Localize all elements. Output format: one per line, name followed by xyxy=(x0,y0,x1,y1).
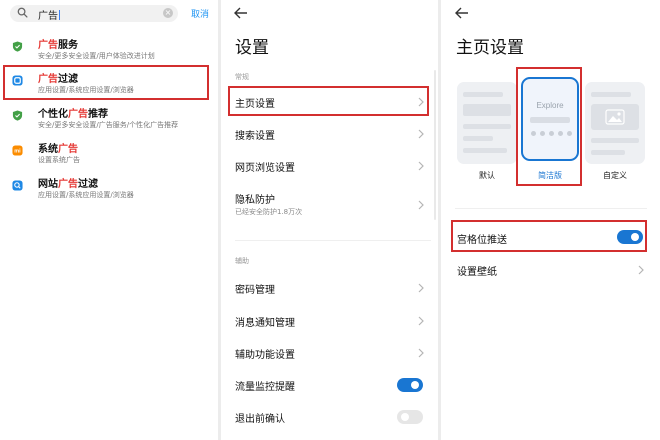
svg-text:mi: mi xyxy=(14,149,21,155)
result-title-suffix: 推荐 xyxy=(88,109,108,120)
settings-row-wallpaper[interactable]: 设置壁纸 xyxy=(441,256,660,284)
result-title-suffix: 服务 xyxy=(58,40,78,51)
search-result-item[interactable]: 个性化广告推荐 安全/更多安全设置/广告服务/个性化广告推荐 xyxy=(0,105,218,137)
row-label: 网页浏览设置 xyxy=(235,163,295,174)
chevron-right-icon xyxy=(418,348,424,358)
search-query-text: 广告 xyxy=(38,11,58,22)
section-header-assist: 辅助 xyxy=(235,257,249,265)
settings-row-privacy[interactable]: 隐私防护 已经安全防护1.8万次 xyxy=(221,186,438,222)
search-result-item[interactable]: 广告服务 安全/更多安全设置/用户体验改进计划 xyxy=(0,36,218,68)
preview-bar xyxy=(463,92,503,97)
chevron-right-icon xyxy=(418,129,424,139)
row-label: 密码管理 xyxy=(235,285,275,296)
chevron-right-icon xyxy=(418,200,424,210)
search-input[interactable]: 广告 × xyxy=(10,5,178,22)
chevron-right-icon xyxy=(638,265,644,275)
search-results-screen: 广告 × 取消 广告服务 安全/更多安全设置/用户体验改进计划 广告过滤 应用设… xyxy=(0,0,218,440)
clear-icon[interactable]: × xyxy=(163,8,173,18)
settings-row-search[interactable]: 搜索设置 xyxy=(221,120,438,148)
result-title-prefix: 个性化 xyxy=(38,109,68,120)
back-arrow-icon[interactable] xyxy=(234,7,248,19)
exit-confirm-toggle[interactable] xyxy=(397,410,423,424)
layout-option-custom[interactable] xyxy=(585,82,645,164)
preview-bar xyxy=(463,124,511,129)
row-label: 设置壁纸 xyxy=(457,267,497,278)
result-subtitle: 应用设置/系统应用设置/浏览器 xyxy=(38,191,134,199)
cancel-button[interactable]: 取消 xyxy=(191,7,209,20)
settings-screen: 设置 常规 主页设置 搜索设置 网页浏览设置 隐私防护 已经安全防护1.8万次 … xyxy=(221,0,438,440)
settings-row-accessibility[interactable]: 辅助功能设置 xyxy=(221,339,438,367)
search-result-item[interactable]: mi 系统广告 设置系统广告 xyxy=(0,140,218,172)
result-subtitle: 设置系统广告 xyxy=(38,156,80,164)
highlight-outline xyxy=(3,65,209,100)
traffic-alert-toggle[interactable] xyxy=(397,378,423,392)
row-label: 流量监控提醒 xyxy=(235,382,295,393)
settings-row-password[interactable]: 密码管理 xyxy=(221,274,438,302)
mi-icon: mi xyxy=(12,145,23,156)
preview-bar xyxy=(463,136,493,141)
back-arrow-icon[interactable] xyxy=(455,7,469,19)
highlight-outline xyxy=(451,220,647,252)
row-sublabel: 已经安全防护1.8万次 xyxy=(235,208,303,216)
settings-row-traffic-alert: 流量监控提醒 xyxy=(221,371,438,399)
page-title: 设置 xyxy=(235,38,269,58)
toggle-knob xyxy=(401,413,409,421)
result-title-highlight: 广告 xyxy=(58,179,78,190)
page-title: 主页设置 xyxy=(456,38,524,58)
highlight-outline xyxy=(228,86,429,116)
result-subtitle: 安全/更多安全设置/广告服务/个性化广告推荐 xyxy=(38,121,179,129)
row-label: 搜索设置 xyxy=(235,131,275,142)
layout-option-default[interactable] xyxy=(457,82,517,164)
homepage-settings-screen: 主页设置 默认 Explore 简洁版 自定义 宫格位推送 设置壁纸 xyxy=(441,0,660,440)
highlight-outline xyxy=(516,67,582,186)
result-title-highlight: 广告 xyxy=(58,144,78,155)
result-title-highlight: 广告 xyxy=(38,40,58,51)
shield-icon xyxy=(12,110,23,121)
chevron-right-icon xyxy=(418,283,424,293)
preview-bar xyxy=(591,150,625,155)
settings-row-notifications[interactable]: 消息通知管理 xyxy=(221,307,438,335)
settings-row-exit-confirm: 退出前确认 xyxy=(221,403,438,431)
layout-option-label: 自定义 xyxy=(603,171,627,180)
toggle-knob xyxy=(411,381,419,389)
row-label: 辅助功能设置 xyxy=(235,350,295,361)
layout-option-label: 默认 xyxy=(479,171,495,180)
section-header-general: 常规 xyxy=(235,73,249,81)
section-divider xyxy=(235,240,431,241)
result-title-prefix: 网站 xyxy=(38,179,58,190)
search-icon xyxy=(17,7,28,18)
section-divider xyxy=(455,208,647,209)
result-title-prefix: 系统 xyxy=(38,144,58,155)
settings-row-browsing[interactable]: 网页浏览设置 xyxy=(221,152,438,180)
chevron-right-icon xyxy=(418,161,424,171)
row-label: 退出前确认 xyxy=(235,414,285,425)
preview-bar xyxy=(591,138,639,143)
text-cursor xyxy=(59,10,60,20)
preview-image-block xyxy=(591,104,639,130)
browser-search-icon xyxy=(12,180,23,191)
result-title-highlight: 广告 xyxy=(68,109,88,120)
result-title-suffix: 过滤 xyxy=(78,179,98,190)
search-result-item[interactable]: 网站广告过滤 应用设置/系统应用设置/浏览器 xyxy=(0,175,218,207)
image-placeholder-icon xyxy=(605,109,625,125)
preview-block xyxy=(463,104,511,116)
result-subtitle: 安全/更多安全设置/用户体验改进计划 xyxy=(38,52,155,60)
row-label: 隐私防护 xyxy=(235,195,275,206)
preview-bar xyxy=(591,92,631,97)
shield-icon xyxy=(12,41,23,52)
chevron-right-icon xyxy=(418,316,424,326)
preview-bar xyxy=(463,148,507,153)
row-label: 消息通知管理 xyxy=(235,318,295,329)
